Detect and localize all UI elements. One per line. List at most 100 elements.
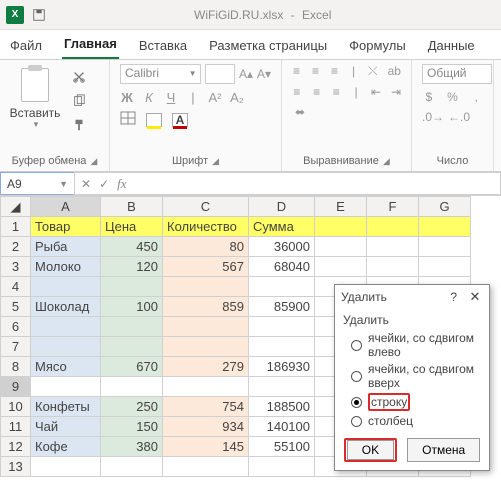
- cell[interactable]: Мясо: [31, 357, 101, 377]
- col-header-B[interactable]: B: [101, 197, 163, 217]
- decrease-font-icon[interactable]: A▾: [257, 67, 271, 81]
- cell[interactable]: [249, 457, 315, 477]
- cell[interactable]: 68040: [249, 257, 315, 277]
- cell[interactable]: Конфеты: [31, 397, 101, 417]
- align-bottom-icon[interactable]: ≡: [330, 64, 339, 79]
- number-format-select[interactable]: Общий: [422, 64, 492, 84]
- cell[interactable]: 120: [101, 257, 163, 277]
- dialog-launcher-icon[interactable]: ◢: [212, 156, 219, 167]
- row-header[interactable]: 8: [1, 357, 31, 377]
- cell[interactable]: [31, 337, 101, 357]
- cell[interactable]: [163, 337, 249, 357]
- subscript-icon[interactable]: A₂: [230, 90, 244, 105]
- comma-icon[interactable]: ,: [469, 90, 483, 104]
- cell[interactable]: 380: [101, 437, 163, 457]
- cancel-button[interactable]: Отмена: [407, 438, 480, 462]
- cell[interactable]: [101, 277, 163, 297]
- cell[interactable]: 670: [101, 357, 163, 377]
- cell[interactable]: Товар: [31, 217, 101, 237]
- cell[interactable]: [249, 377, 315, 397]
- align-left-icon[interactable]: ≡: [292, 85, 302, 99]
- radio-row[interactable]: строку: [351, 393, 481, 411]
- font-size-select[interactable]: [205, 64, 235, 84]
- cell[interactable]: [249, 317, 315, 337]
- format-painter-icon[interactable]: [70, 116, 88, 134]
- align-top-icon[interactable]: ≡: [292, 64, 301, 79]
- copy-icon[interactable]: [70, 92, 88, 110]
- name-box[interactable]: A9 ▼: [0, 172, 74, 195]
- cell[interactable]: 188500: [249, 397, 315, 417]
- row-header[interactable]: 1: [1, 217, 31, 237]
- table-row[interactable]: 2Рыба4508036000: [1, 237, 471, 257]
- increase-decimal-icon[interactable]: .0→: [422, 110, 438, 124]
- paste-button[interactable]: Вставить ▼: [10, 64, 60, 129]
- row-header[interactable]: 3: [1, 257, 31, 277]
- font-name-select[interactable]: Calibri▼: [120, 64, 201, 84]
- cell[interactable]: [101, 457, 163, 477]
- cell[interactable]: 279: [163, 357, 249, 377]
- col-header-A[interactable]: A: [31, 197, 101, 217]
- radio-shift-up[interactable]: ячейки, со сдвигом вверх: [351, 362, 481, 390]
- cell[interactable]: [31, 317, 101, 337]
- wrap-text-icon[interactable]: ab: [388, 64, 401, 79]
- cut-icon[interactable]: [70, 68, 88, 86]
- cell[interactable]: 754: [163, 397, 249, 417]
- enter-formula-icon[interactable]: ✓: [99, 177, 109, 191]
- cell[interactable]: [101, 377, 163, 397]
- cell[interactable]: [249, 337, 315, 357]
- row-header[interactable]: 7: [1, 337, 31, 357]
- cell[interactable]: [163, 317, 249, 337]
- col-header-E[interactable]: E: [315, 197, 367, 217]
- cell[interactable]: Шоколад: [31, 297, 101, 317]
- radio-column[interactable]: столбец: [351, 414, 481, 428]
- select-all-corner[interactable]: ◢: [1, 197, 31, 217]
- decrease-indent-icon[interactable]: ⇤: [371, 85, 381, 99]
- cell[interactable]: Чай: [31, 417, 101, 437]
- cell[interactable]: [367, 257, 419, 277]
- cell[interactable]: 934: [163, 417, 249, 437]
- cancel-formula-icon[interactable]: ✕: [81, 177, 91, 191]
- cell[interactable]: 36000: [249, 237, 315, 257]
- cell[interactable]: [163, 457, 249, 477]
- percent-icon[interactable]: %: [446, 90, 460, 104]
- orientation-icon[interactable]: ⤬: [368, 64, 378, 79]
- table-row[interactable]: 1 Товар Цена Количество Сумма: [1, 217, 471, 237]
- chevron-down-icon[interactable]: ▼: [32, 120, 40, 129]
- row-header[interactable]: 11: [1, 417, 31, 437]
- col-header-D[interactable]: D: [249, 197, 315, 217]
- row-header[interactable]: 6: [1, 317, 31, 337]
- row-header[interactable]: 13: [1, 457, 31, 477]
- merge-center-icon[interactable]: ⬌: [292, 105, 308, 119]
- decrease-decimal-icon[interactable]: ←.0: [448, 110, 464, 124]
- cell[interactable]: 145: [163, 437, 249, 457]
- cell[interactable]: 55100: [249, 437, 315, 457]
- col-header-C[interactable]: C: [163, 197, 249, 217]
- cell[interactable]: [315, 257, 367, 277]
- align-center-icon[interactable]: ≡: [312, 85, 322, 99]
- increase-indent-icon[interactable]: ⇥: [391, 85, 401, 99]
- cell[interactable]: [367, 237, 419, 257]
- italic-button[interactable]: К: [142, 90, 156, 105]
- cell[interactable]: 250: [101, 397, 163, 417]
- cell[interactable]: [249, 277, 315, 297]
- row-header[interactable]: 5: [1, 297, 31, 317]
- cell[interactable]: Рыба: [31, 237, 101, 257]
- cell[interactable]: 100: [101, 297, 163, 317]
- cell[interactable]: Количество: [163, 217, 249, 237]
- underline-button[interactable]: Ч: [164, 90, 178, 105]
- cell[interactable]: 450: [101, 237, 163, 257]
- col-header-G[interactable]: G: [419, 197, 471, 217]
- close-icon[interactable]: ✕: [467, 289, 483, 305]
- row-header[interactable]: 10: [1, 397, 31, 417]
- bold-button[interactable]: Ж: [120, 90, 134, 105]
- chevron-down-icon[interactable]: ▼: [59, 179, 68, 189]
- row-header[interactable]: 4: [1, 277, 31, 297]
- cell[interactable]: 567: [163, 257, 249, 277]
- cell[interactable]: [315, 217, 367, 237]
- radio-shift-left[interactable]: ячейки, со сдвигом влево: [351, 331, 481, 359]
- cell[interactable]: [367, 217, 419, 237]
- cell[interactable]: 859: [163, 297, 249, 317]
- tab-home[interactable]: Главная: [62, 30, 119, 59]
- cell[interactable]: [101, 317, 163, 337]
- dialog-launcher-icon[interactable]: ◢: [383, 156, 390, 167]
